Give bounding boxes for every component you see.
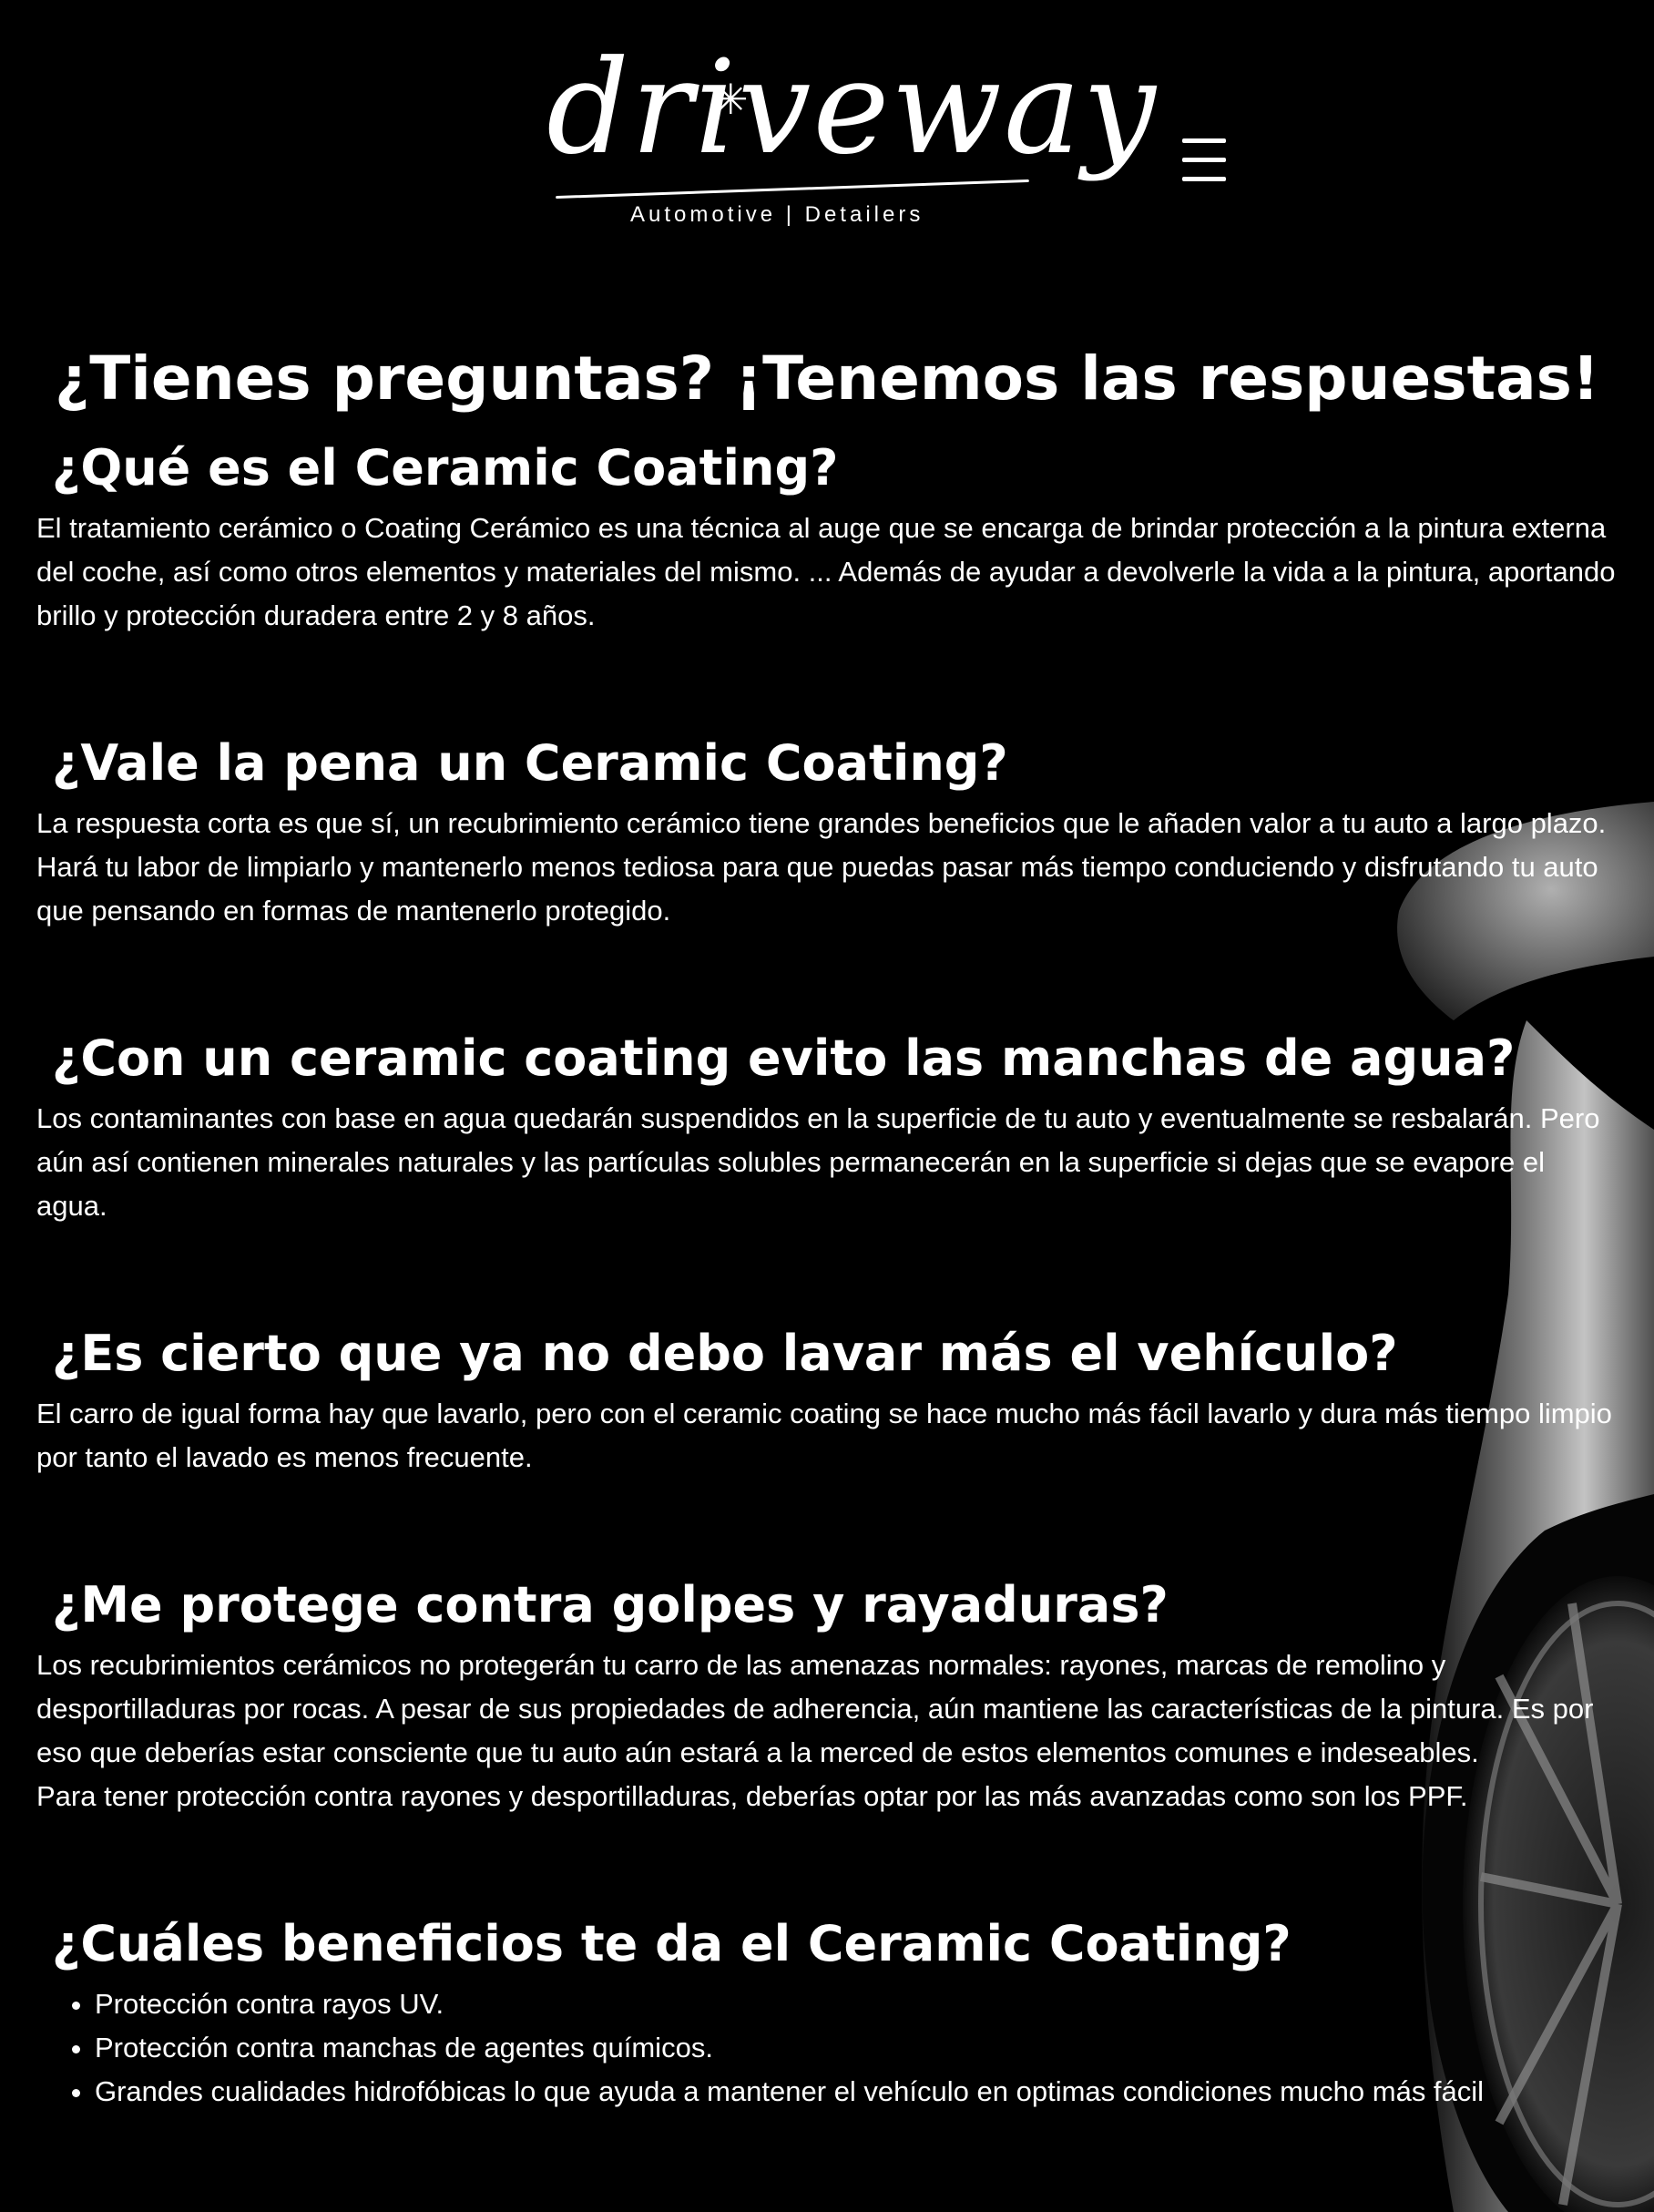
faq-item: ¿Vale la pena un Ceramic Coating? La res…: [0, 725, 1654, 933]
driveway-logo[interactable]: driveway ✳ Automotive | Detailers: [546, 44, 1156, 259]
faq-answer: El tratamiento cerámico o Coating Cerámi…: [36, 507, 1618, 638]
hamburger-menu-icon[interactable]: [1182, 137, 1226, 184]
faq-list: ¿Qué es el Ceramic Coating? El tratamien…: [0, 430, 1654, 2114]
faq-answer: Los contaminantes con base en agua queda…: [36, 1097, 1618, 1228]
logo-wordmark: driveway: [546, 33, 1158, 183]
page-title: ¿Tienes preguntas? ¡Tenemos las respuest…: [54, 343, 1600, 414]
logo-tagline: Automotive | Detailers: [630, 202, 924, 227]
faq-question: ¿Qué es el Ceramic Coating?: [52, 439, 839, 497]
sparkle-icon: ✳: [713, 75, 749, 124]
faq-item: ¿Es cierto que ya no debo lavar más el v…: [0, 1316, 1654, 1480]
benefits-list: Protección contra rayos UV. Protección c…: [36, 1982, 1618, 2114]
faq-question: ¿Con un ceramic coating evito las mancha…: [52, 1029, 1516, 1087]
faq-question: ¿Me protege contra golpes y rayaduras?: [52, 1576, 1169, 1633]
faq-answer-paragraph: El carro de igual forma hay que lavarlo,…: [36, 1398, 1612, 1473]
faq-answer-paragraph: La respuesta corta es que sí, un recubri…: [36, 807, 1607, 927]
faq-question: ¿Es cierto que ya no debo lavar más el v…: [52, 1325, 1398, 1382]
faq-answer-paragraph: Los recubrimientos cerámicos no proteger…: [36, 1649, 1594, 1768]
faq-item: ¿Me protege contra golpes y rayaduras? L…: [0, 1567, 1654, 1818]
faq-answer: La respuesta corta es que sí, un recubri…: [36, 802, 1618, 933]
site-header: driveway ✳ Automotive | Detailers: [0, 0, 1654, 292]
faq-answer: El carro de igual forma hay que lavarlo,…: [36, 1392, 1618, 1480]
faq-answer-paragraph: El tratamiento cerámico o Coating Cerámi…: [36, 512, 1616, 631]
list-item: Protección contra manchas de agentes quí…: [95, 2026, 1618, 2070]
faq-item: ¿Con un ceramic coating evito las mancha…: [0, 1020, 1654, 1228]
list-item: Protección contra rayos UV.: [95, 1982, 1618, 2026]
faq-answer: Los recubrimientos cerámicos no proteger…: [36, 1644, 1618, 1818]
faq-section: ¿Tienes preguntas? ¡Tenemos las respuest…: [0, 328, 1654, 2114]
faq-answer-paragraph: Los contaminantes con base en agua queda…: [36, 1102, 1600, 1222]
faq-item: ¿Cuáles beneficios te da el Ceramic Coat…: [0, 1906, 1654, 2114]
faq-answer-paragraph: Para tener protección contra rayones y d…: [36, 1780, 1468, 1812]
faq-item: ¿Qué es el Ceramic Coating? El tratamien…: [0, 430, 1654, 638]
faq-question: ¿Vale la pena un Ceramic Coating?: [52, 734, 1008, 792]
faq-question: ¿Cuáles beneficios te da el Ceramic Coat…: [52, 1915, 1292, 1972]
list-item: Grandes cualidades hidrofóbicas lo que a…: [95, 2070, 1618, 2114]
